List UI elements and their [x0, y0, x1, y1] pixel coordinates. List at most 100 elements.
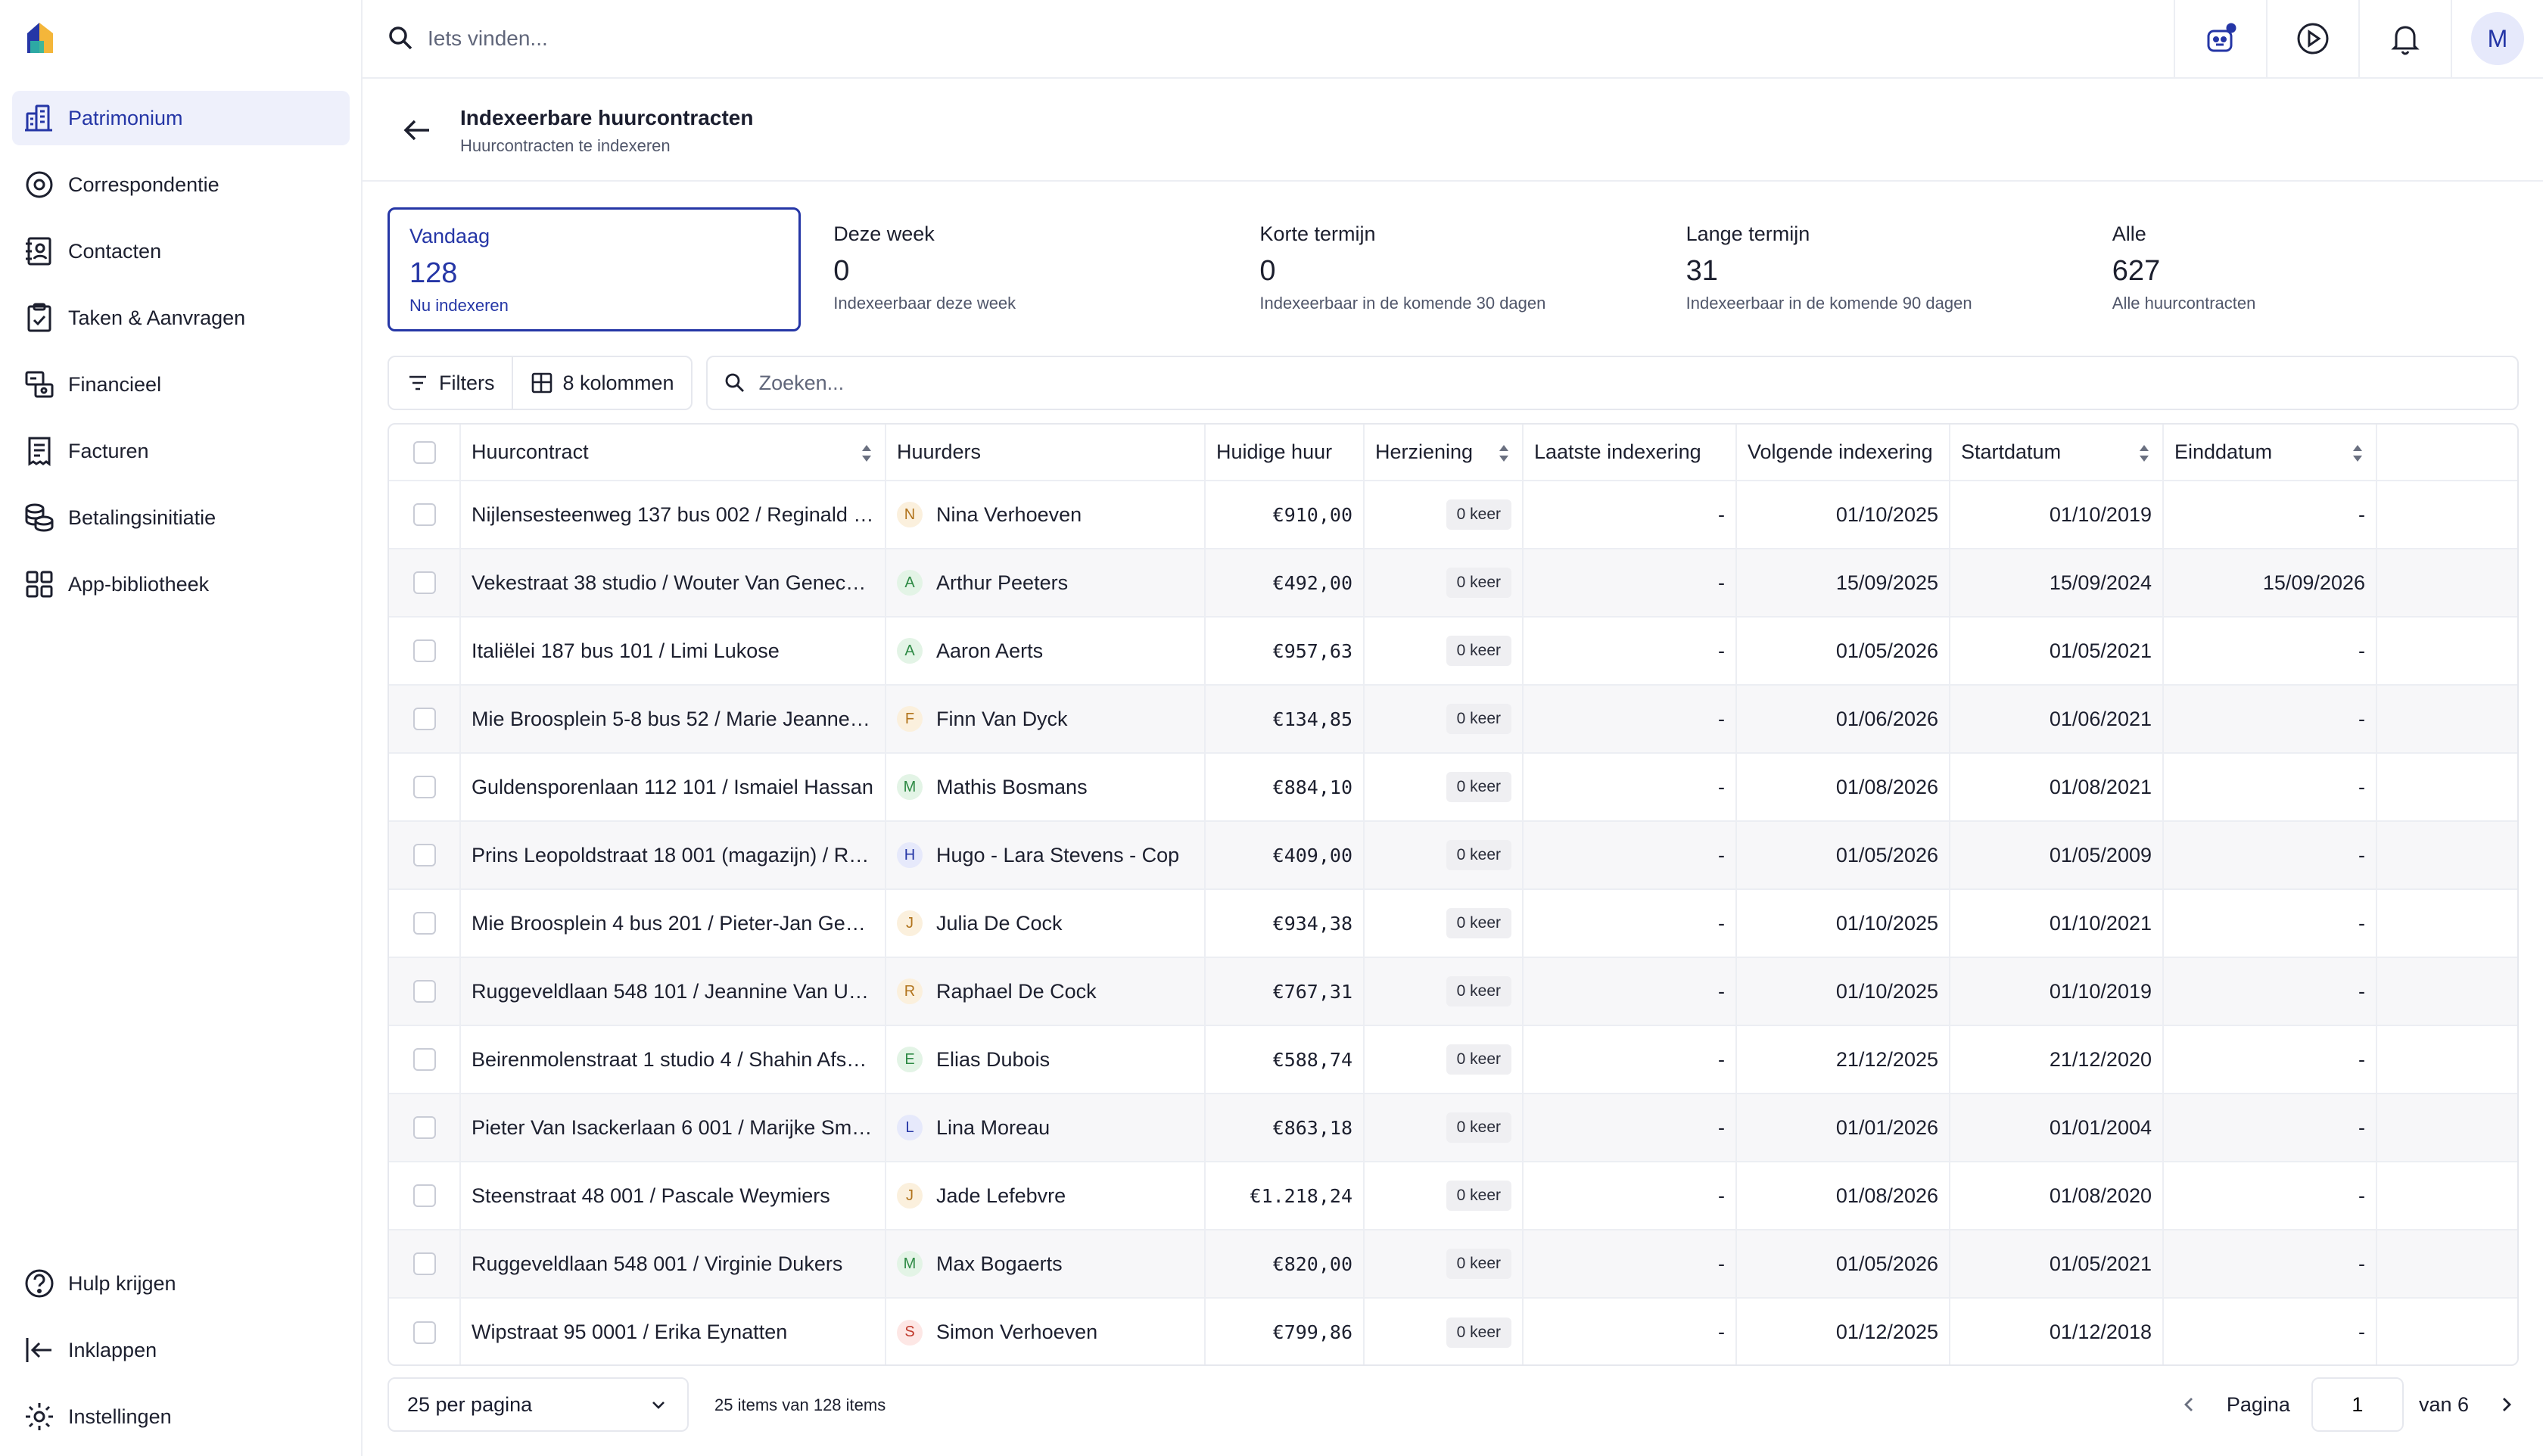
cell-huurders[interactable]: A Aaron Aerts	[885, 617, 1205, 686]
column-header-huidige-huur[interactable]: Huidige huur	[1204, 425, 1364, 481]
sort-icon[interactable]	[2137, 443, 2152, 464]
sidebar-item-betalingsinitiatie[interactable]: Betalingsinitiatie	[12, 490, 350, 545]
app-logo-icon[interactable]	[23, 20, 59, 56]
cell-huurders[interactable]: E Elias Dubois	[885, 1025, 1205, 1094]
table-row[interactable]: Ruggeveldlaan 548 101 / Jeannine Van Uyt…	[389, 957, 2517, 1026]
stat-tab-deze-week[interactable]: Deze week 0 Indexeerbaar deze week	[814, 207, 1227, 331]
row-checkbox[interactable]	[412, 1116, 436, 1139]
cell-huurders[interactable]: F Finn Van Dyck	[885, 685, 1205, 754]
cell-huurcontract[interactable]: Wipstraat 95 0001 / Erika Eynatten	[459, 1298, 886, 1364]
sort-icon[interactable]	[859, 443, 874, 464]
table-search-input[interactable]	[758, 371, 2517, 395]
cell-huurcontract[interactable]: Beirenmolenstraat 1 studio 4 / Shahin Af…	[459, 1025, 886, 1094]
play-tutorial-button[interactable]	[2266, 0, 2358, 77]
cell-huurcontract[interactable]: Guldensporenlaan 112 101 / Ismaiel Hassa…	[459, 753, 886, 822]
cell-huurcontract[interactable]: Ruggeveldlaan 548 101 / Jeannine Van Uyt…	[459, 957, 886, 1026]
sort-icon[interactable]	[1496, 443, 1511, 464]
row-checkbox[interactable]	[412, 1321, 436, 1344]
cell-huurders[interactable]: L Lina Moreau	[885, 1094, 1205, 1162]
column-header-laatste-indexering[interactable]: Laatste indexering	[1522, 425, 1736, 481]
cell-huurcontract[interactable]: Pieter Van Isackerlaan 6 001 / Marijke S…	[459, 1094, 886, 1162]
cell-huurders[interactable]: A Arthur Peeters	[885, 549, 1205, 618]
cell-huurders[interactable]: R Raphael De Cock	[885, 957, 1205, 1026]
stat-tab-lange-termijn[interactable]: Lange termijn 31 Indexeerbaar in de kome…	[1667, 207, 2080, 331]
cell-huurders[interactable]: S Simon Verhoeven	[885, 1298, 1205, 1364]
table-row[interactable]: Beirenmolenstraat 1 studio 4 / Shahin Af…	[389, 1025, 2517, 1094]
sidebar-item-financieel[interactable]: Financieel	[12, 357, 350, 412]
assistant-button[interactable]	[2174, 0, 2266, 77]
row-checkbox[interactable]	[412, 844, 436, 866]
columns-button[interactable]: 8 kolommen	[511, 357, 691, 409]
cell-huurders[interactable]: M Max Bogaerts	[885, 1230, 1205, 1299]
row-checkbox[interactable]	[412, 1048, 436, 1071]
row-checkbox[interactable]	[412, 1184, 436, 1207]
notifications-button[interactable]	[2358, 0, 2451, 77]
table-row[interactable]: Wipstraat 95 0001 / Erika Eynatten S Simon…	[389, 1298, 2517, 1364]
row-checkbox[interactable]	[412, 1252, 436, 1275]
cell-herziening: 0 keer	[1363, 1025, 1523, 1094]
cell-huurders[interactable]: H Hugo - Lara Stevens - Cop	[885, 821, 1205, 890]
stat-tab-korte-termijn[interactable]: Korte termijn 0 Indexeerbaar in de komen…	[1240, 207, 1653, 331]
row-checkbox[interactable]	[412, 776, 436, 798]
sidebar-item-patrimonium[interactable]: Patrimonium	[12, 91, 350, 145]
column-header-herziening[interactable]: Herziening	[1363, 425, 1523, 481]
cell-huurders[interactable]: N Nina Verhoeven	[885, 481, 1205, 549]
sidebar-item-facturen[interactable]: Facturen	[12, 424, 350, 478]
row-checkbox[interactable]	[412, 571, 436, 594]
sidebar-item-inklappen[interactable]: Inklappen	[12, 1323, 350, 1377]
table-row[interactable]: Guldensporenlaan 112 101 / Ismaiel Hassa…	[389, 753, 2517, 822]
stat-tab-alle[interactable]: Alle 627 Alle huurcontracten	[2093, 207, 2506, 331]
cell-huurcontract[interactable]: Italiëlei 187 bus 101 / Limi Lukose	[459, 617, 886, 686]
cell-huurders[interactable]: J Julia De Cock	[885, 889, 1205, 958]
filters-button[interactable]: Filters	[389, 357, 512, 409]
row-checkbox[interactable]	[412, 503, 436, 526]
table-toolbar: Filters 8 kolommen	[388, 356, 2519, 410]
table-row[interactable]: Mie Broosplein 5-8 bus 52 / Marie Jeanne…	[389, 685, 2517, 754]
table-row[interactable]: Ruggeveldlaan 548 001 / Virginie Dukers M…	[389, 1230, 2517, 1299]
user-menu-button[interactable]: M	[2451, 0, 2543, 77]
global-search-input[interactable]	[428, 21, 1487, 56]
column-header-einddatum[interactable]: Einddatum	[2162, 425, 2376, 481]
table-row[interactable]: Nijlensesteenweg 137 bus 002 / Reginald …	[389, 481, 2517, 549]
column-header-startdatum[interactable]: Startdatum	[1949, 425, 2163, 481]
column-header-huurcontract[interactable]: Huurcontract	[459, 425, 886, 481]
table-row[interactable]: Vekestraat 38 studio / Wouter Van Genech…	[389, 549, 2517, 618]
table-row[interactable]: Italiëlei 187 bus 101 / Limi Lukose A Aaro…	[389, 617, 2517, 686]
cell-huurcontract[interactable]: Ruggeveldlaan 548 001 / Virginie Dukers	[459, 1230, 886, 1299]
table-row[interactable]: Mie Broosplein 4 bus 201 / Pieter-Jan Ge…	[389, 889, 2517, 958]
row-checkbox[interactable]	[412, 639, 436, 662]
cell-huurcontract[interactable]: Mie Broosplein 5-8 bus 52 / Marie Jeanne…	[459, 685, 886, 754]
cell-huurders[interactable]: M Mathis Bosmans	[885, 753, 1205, 822]
select-all-checkbox[interactable]	[412, 440, 436, 464]
cell-volgende-indexering: 01/05/2026	[1735, 821, 1950, 890]
page-number-input[interactable]	[2311, 1377, 2404, 1432]
table-row[interactable]: Prins Leopoldstraat 18 001 (magazijn) / …	[389, 821, 2517, 890]
column-header-volgende-indexering[interactable]: Volgende indexering	[1735, 425, 1950, 481]
cell-huurcontract[interactable]: Mie Broosplein 4 bus 201 / Pieter-Jan Ge…	[459, 889, 886, 958]
per-page-select[interactable]: 25 per pagina	[388, 1377, 689, 1432]
sidebar-item-instellingen[interactable]: Instellingen	[12, 1389, 350, 1444]
table-row[interactable]: Steenstraat 48 001 / Pascale Weymiers J Ja…	[389, 1162, 2517, 1230]
sidebar-item-app-bibliotheek[interactable]: App-bibliotheek	[12, 557, 350, 611]
table-row[interactable]: Pieter Van Isackerlaan 6 001 / Marijke S…	[389, 1094, 2517, 1162]
cell-huurders[interactable]: J Jade Lefebvre	[885, 1162, 1205, 1230]
column-header-huurders[interactable]: Huurders	[885, 425, 1205, 481]
row-checkbox[interactable]	[412, 912, 436, 935]
row-checkbox[interactable]	[412, 980, 436, 1003]
cell-huurcontract[interactable]: Nijlensesteenweg 137 bus 002 / Reginald …	[459, 481, 886, 549]
row-checkbox[interactable]	[412, 708, 436, 730]
chevron-right-icon[interactable]	[2495, 1392, 2519, 1417]
sort-icon[interactable]	[2350, 443, 2365, 464]
sidebar-item-correspondentie[interactable]: Correspondentie	[12, 157, 350, 212]
cell-startdatum: 01/06/2021	[1949, 685, 2163, 754]
cell-huurcontract[interactable]: Prins Leopoldstraat 18 001 (magazijn) / …	[459, 821, 886, 890]
cell-huurcontract[interactable]: Vekestraat 38 studio / Wouter Van Genech…	[459, 549, 886, 618]
sidebar-item-contacten[interactable]: Contacten	[12, 224, 350, 278]
cell-huurcontract[interactable]: Steenstraat 48 001 / Pascale Weymiers	[459, 1162, 886, 1230]
sidebar-item-hulp[interactable]: Hulp krijgen	[12, 1256, 350, 1311]
sidebar-item-taken[interactable]: Taken & Aanvragen	[12, 291, 350, 345]
stat-tab-vandaag[interactable]: Vandaag 128 Nu indexeren	[388, 207, 801, 331]
table-search[interactable]	[705, 356, 2519, 410]
back-arrow-icon[interactable]	[397, 110, 437, 150]
chevron-left-icon[interactable]	[2177, 1392, 2201, 1417]
